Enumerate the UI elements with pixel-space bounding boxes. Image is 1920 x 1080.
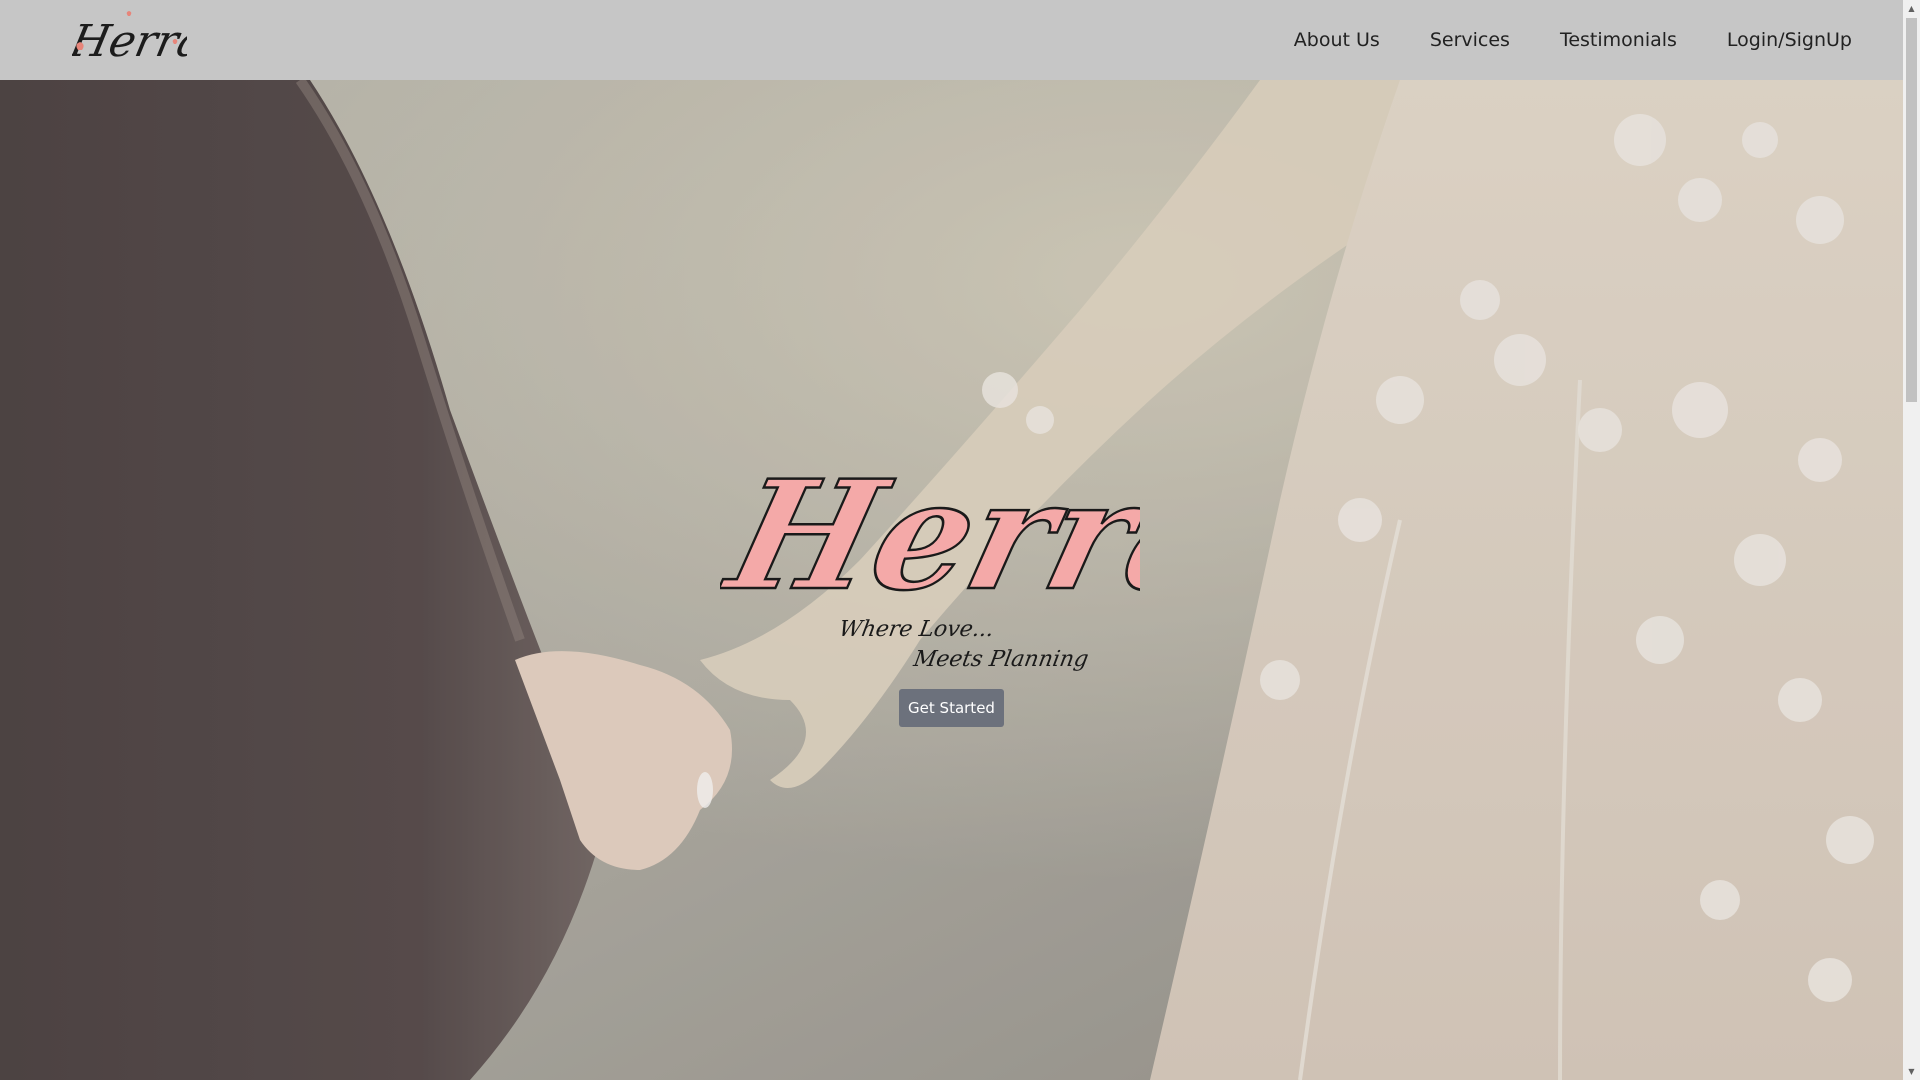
page: Herra About Us Services Testimonials Log… (0, 0, 1920, 1080)
svg-text:Herra: Herra (72, 16, 187, 66)
hero-tagline-line2: Meets Planning (911, 646, 1091, 672)
navbar: Herra About Us Services Testimonials Log… (0, 0, 1903, 80)
scroll-up-arrow-icon[interactable]: ▲ (1903, 0, 1920, 17)
svg-text:Herra: Herra (720, 447, 1140, 623)
hero-brand-logo: Herra Where Love... Meets Planning (720, 446, 1140, 672)
nav-about-us[interactable]: About Us (1269, 29, 1405, 51)
hero-section: Herra Where Love... Meets Planning Get S… (0, 80, 1903, 1080)
nav-services[interactable]: Services (1405, 29, 1535, 51)
nav-login-signup[interactable]: Login/SignUp (1702, 29, 1877, 51)
vertical-scrollbar[interactable]: ▲ ▼ (1903, 0, 1920, 1080)
nav-links: About Us Services Testimonials Login/Sig… (1269, 0, 1877, 80)
get-started-button[interactable]: Get Started (899, 689, 1004, 727)
scroll-down-arrow-icon[interactable]: ▼ (1903, 1063, 1920, 1080)
nav-testimonials[interactable]: Testimonials (1535, 29, 1702, 51)
brand-logo[interactable]: Herra (72, 10, 187, 72)
scrollbar-thumb[interactable] (1906, 18, 1917, 402)
hero-tagline-line1: Where Love... (837, 616, 996, 642)
